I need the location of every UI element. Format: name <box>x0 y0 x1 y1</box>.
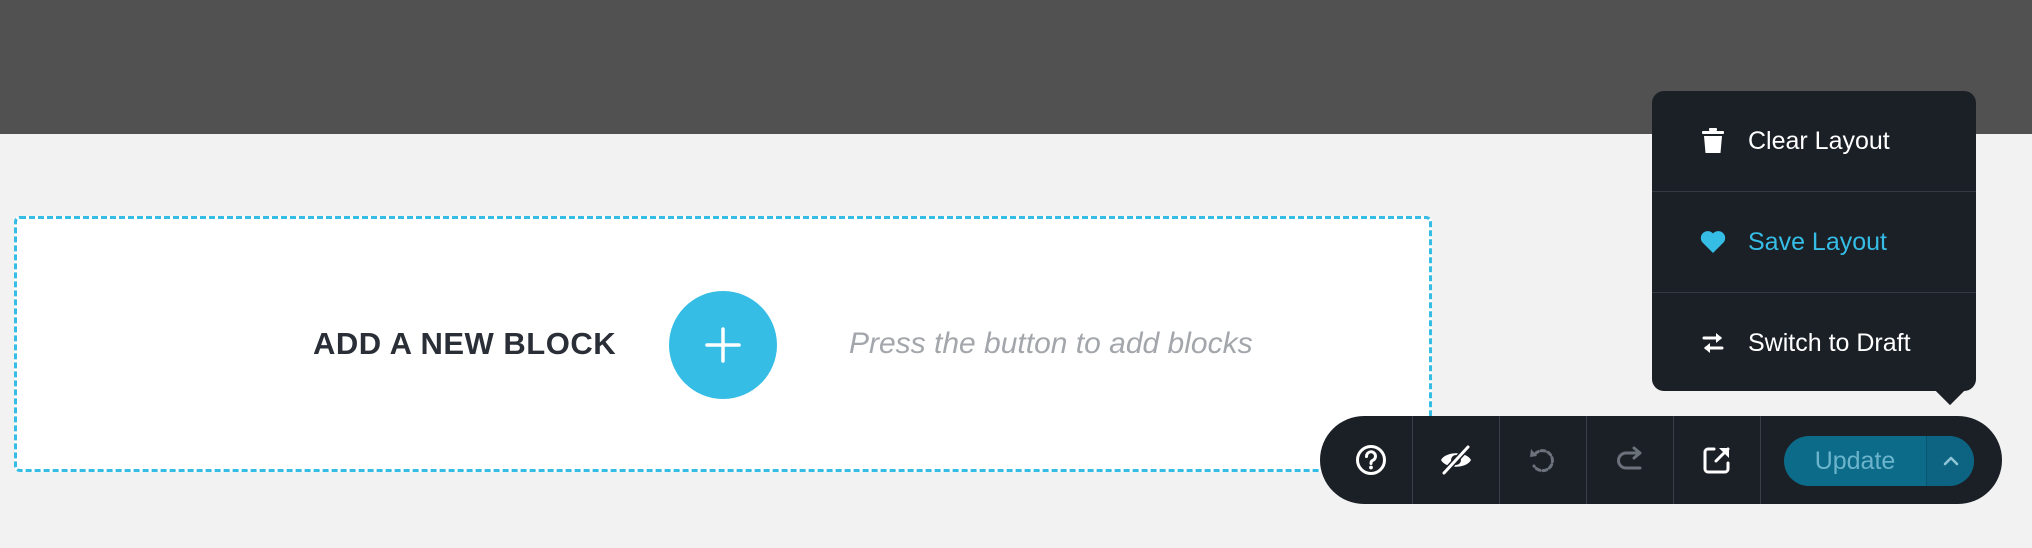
menu-item-label: Clear Layout <box>1748 126 1890 155</box>
menu-item-label: Switch to Draft <box>1748 328 1911 357</box>
update-button[interactable]: Update <box>1784 436 1926 486</box>
plus-icon <box>705 327 741 363</box>
add-block-hint: Press the button to add blocks <box>849 327 1253 360</box>
add-block-title: ADD A NEW BLOCK <box>313 326 617 361</box>
menu-item-clear-layout[interactable]: Clear Layout <box>1652 91 1976 191</box>
add-block-button[interactable] <box>669 291 777 399</box>
open-preview-button[interactable] <box>1674 416 1760 504</box>
help-icon <box>1356 445 1386 475</box>
undo-button[interactable] <box>1500 416 1586 504</box>
menu-item-save-layout[interactable]: Save Layout <box>1652 192 1976 292</box>
update-button-group: Update <box>1784 436 1974 486</box>
external-link-icon <box>1703 447 1730 474</box>
help-button[interactable] <box>1330 416 1412 504</box>
chevron-up-icon <box>1943 456 1958 466</box>
trash-icon <box>1700 128 1726 154</box>
heart-icon <box>1700 229 1726 255</box>
builder-toolbar: Update <box>1320 416 2002 504</box>
toggle-preview-button[interactable] <box>1413 416 1499 504</box>
toolbar-separator <box>1760 416 1761 504</box>
redo-button[interactable] <box>1587 416 1673 504</box>
swap-arrows-icon <box>1700 330 1726 356</box>
add-block-dropzone[interactable]: ADD A NEW BLOCK Press the button to add … <box>14 216 1432 472</box>
layout-options-menu: Clear Layout Save Layout Switch to Draft <box>1652 91 1976 391</box>
update-options-button[interactable] <box>1926 436 1974 486</box>
eye-off-icon <box>1441 444 1471 476</box>
redo-icon <box>1617 446 1642 470</box>
menu-item-label: Save Layout <box>1748 227 1887 256</box>
menu-item-switch-to-draft[interactable]: Switch to Draft <box>1652 293 1976 393</box>
undo-icon <box>1530 449 1554 473</box>
